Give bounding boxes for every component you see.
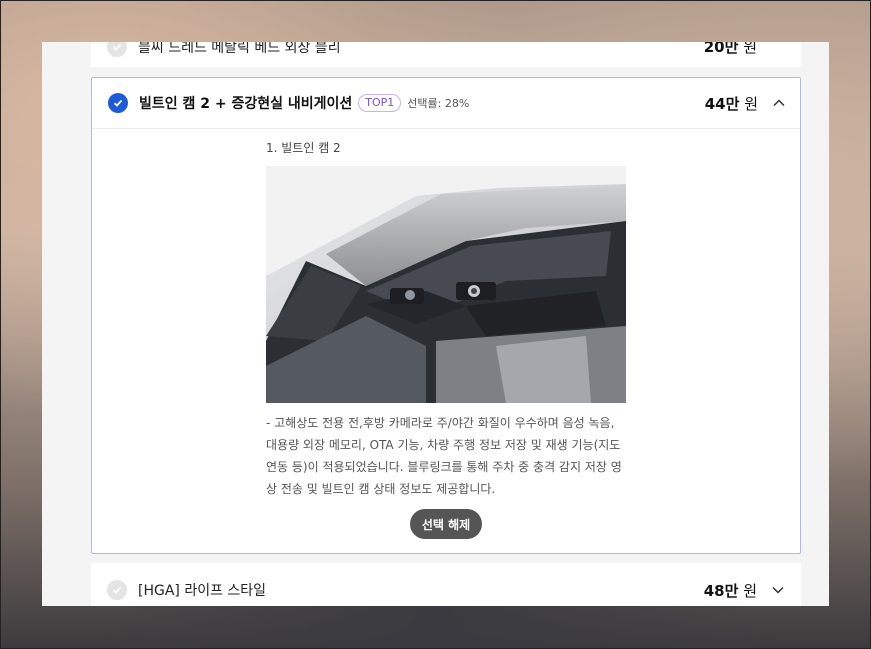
option-row-partial[interactable]: 블씨 드레드 메탈릭 베드 외장 블리 20만 원 bbox=[91, 42, 801, 67]
price-unit: 원 bbox=[738, 581, 757, 600]
option-price: 44만 원 bbox=[705, 93, 758, 114]
option-title: 빌트인 캠 2 + 증강현실 내비게이션 bbox=[139, 96, 353, 112]
option-description: - 고해상도 전용 전,후방 카메라로 주/야간 화질이 우수하며 음성 녹음,… bbox=[266, 416, 622, 496]
price-unit: 원 bbox=[738, 42, 757, 56]
chevron-up-icon[interactable] bbox=[772, 96, 786, 110]
option-row-lifestyle[interactable]: [HGA] 라이프 스타일 48만 원 bbox=[91, 563, 801, 606]
option-label: 블씨 드레드 메탈릭 베드 외장 블리 bbox=[138, 42, 341, 56]
unchecked-circle-icon[interactable] bbox=[107, 42, 127, 57]
price-unit: 원 bbox=[739, 94, 758, 113]
option-price: 20만 원 bbox=[704, 42, 757, 57]
price-number: 44만 bbox=[704, 94, 740, 113]
item-title: 1. 빌트인 캠 2 bbox=[266, 141, 341, 155]
option-header[interactable]: 빌트인 캠 2 + 증강현실 내비게이션 TOP1 선택률: 28% 44만 원 bbox=[92, 78, 800, 129]
selection-rate: 선택률: 28% bbox=[407, 97, 470, 110]
price-number: 20만 bbox=[703, 42, 739, 56]
builtin-cam-photo bbox=[266, 166, 626, 403]
checked-circle-icon[interactable] bbox=[108, 93, 128, 113]
option-label: [HGA] 라이프 스타일 bbox=[138, 583, 267, 599]
top-badge: TOP1 bbox=[358, 94, 402, 112]
price-number: 48만 bbox=[703, 581, 739, 600]
unchecked-circle-icon[interactable] bbox=[107, 580, 127, 600]
option-price: 48만 원 bbox=[704, 580, 757, 601]
options-panel: 블씨 드레드 메탈릭 베드 외장 블리 20만 원 빌트인 캠 2 + 증강현실… bbox=[42, 42, 829, 606]
chevron-down-icon[interactable] bbox=[771, 42, 785, 54]
option-detail: 1. 빌트인 캠 2 - 고해상도 전용 전,후방 카메라로 주/야간 화질이 … bbox=[266, 139, 626, 500]
option-card-expanded: 빌트인 캠 2 + 증강현실 내비게이션 TOP1 선택률: 28% 44만 원… bbox=[91, 77, 801, 554]
deselect-button[interactable]: 선택 해제 bbox=[410, 509, 482, 539]
chevron-down-icon[interactable] bbox=[771, 583, 785, 597]
